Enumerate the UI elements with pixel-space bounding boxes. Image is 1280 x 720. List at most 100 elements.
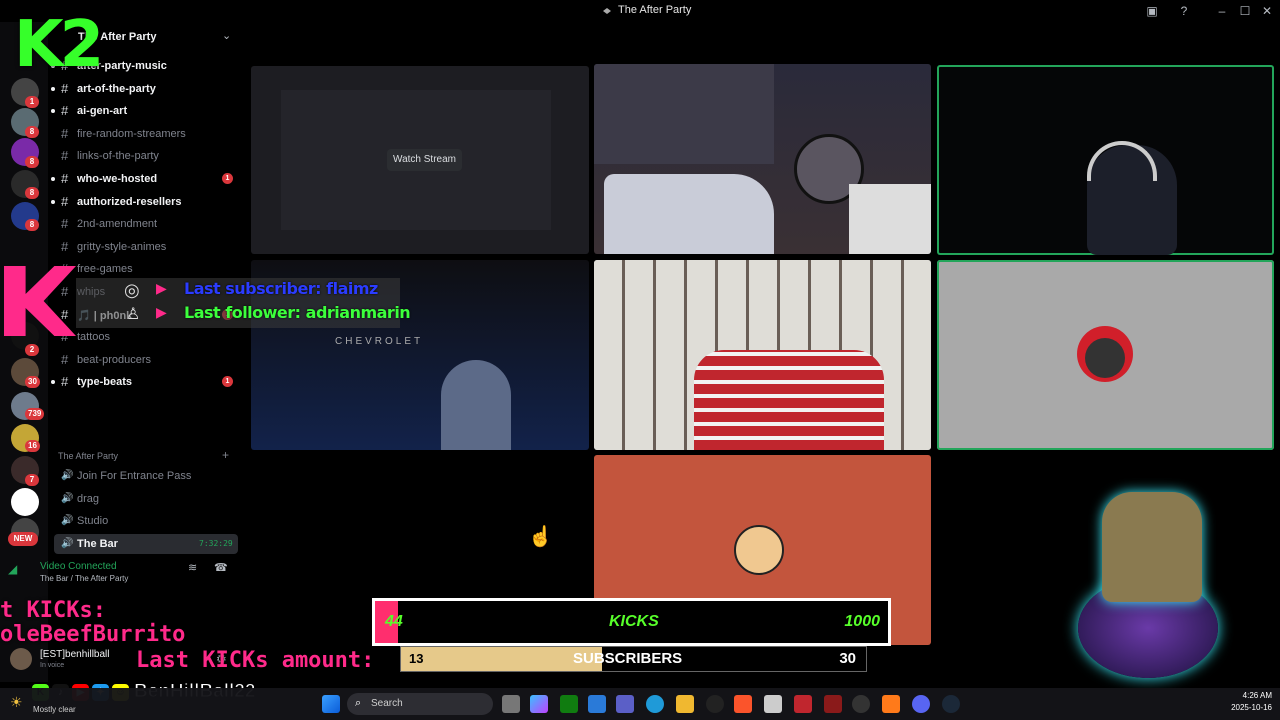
github-icon[interactable] xyxy=(706,695,724,713)
watch-stream-button[interactable]: Watch Stream xyxy=(387,149,462,171)
help-icon[interactable]: ? xyxy=(1176,3,1192,19)
close-icon[interactable]: ✕ xyxy=(1259,3,1275,19)
channel-item[interactable]: # fire-random-streamers xyxy=(54,124,238,144)
server-badge: 30 xyxy=(25,376,40,388)
voice-channel-item[interactable]: 🔊 drag xyxy=(54,489,238,509)
window-title: The After Party xyxy=(618,4,692,16)
k2-overlay-logo: K2 xyxy=(14,8,104,82)
server-icon[interactable] xyxy=(11,488,39,516)
channel-item[interactable]: #2nd-amendment xyxy=(54,214,238,234)
file-explorer-icon[interactable] xyxy=(676,695,694,713)
kicks-ticker-line3: Last KICKs amount: xyxy=(136,648,375,673)
server-badge: 2 xyxy=(25,344,39,356)
add-user-icon: ♙ xyxy=(126,306,141,323)
app-icon[interactable] xyxy=(882,695,900,713)
brave-icon[interactable] xyxy=(734,695,752,713)
noise-suppression-icon[interactable]: ≋ xyxy=(188,561,197,574)
title-bar: The After Party ▣ ? – ☐ ✕ xyxy=(0,0,1280,22)
app-icon[interactable] xyxy=(824,695,842,713)
video-tile-chair[interactable] xyxy=(594,260,931,450)
maximize-icon[interactable]: ☐ xyxy=(1237,3,1253,19)
subs-goal-label: SUBSCRIBERS xyxy=(573,650,683,667)
teams-icon[interactable] xyxy=(616,695,634,713)
channel-label: gritty-style-animes xyxy=(77,240,167,253)
channel-label: links-of-the-party xyxy=(77,150,159,163)
kicks-ticker-line2: oleBeefBurrito xyxy=(0,622,186,647)
channel-label: who-we-hosted xyxy=(77,173,158,185)
subs-goal-bar: 13 SUBSCRIBERS 30 xyxy=(400,646,867,672)
taskbar-date[interactable]: 2025-10-16 xyxy=(1222,703,1272,712)
hash-icon: # xyxy=(61,148,69,164)
channel-label: art-of-the-party xyxy=(77,82,156,95)
subs-goal-target: 30 xyxy=(839,650,856,667)
plaid-chair xyxy=(694,350,884,450)
channel-label: 2nd-amendment xyxy=(77,218,158,231)
channel-item[interactable]: # ai-gen-art xyxy=(51,101,238,121)
disconnect-icon[interactable]: ☎ xyxy=(214,561,228,574)
app-icon[interactable] xyxy=(794,695,812,713)
new-badge: NEW xyxy=(8,532,38,546)
mention-badge: 1 xyxy=(222,173,233,184)
kicks-ticker-line1: t KICKs: xyxy=(0,598,106,623)
inbox-icon[interactable]: ▣ xyxy=(1144,3,1160,19)
server-rail: 1 8 8 8 8 2 30 739 16 7 NEW xyxy=(0,22,48,682)
taskbar-time[interactable]: 4:26 AM xyxy=(1222,691,1272,700)
voice-location: The Bar / The After Party xyxy=(40,574,129,583)
kicks-goal-bar: 44 KICKS 1000 xyxy=(372,598,891,646)
add-channel-icon[interactable]: + xyxy=(222,448,229,462)
hash-icon: # xyxy=(61,216,69,232)
streamer-figure xyxy=(1102,492,1202,602)
app-icon[interactable] xyxy=(764,695,782,713)
video-tile-headset-user[interactable] xyxy=(937,65,1274,255)
chevron-down-icon: ⌄ xyxy=(222,30,232,42)
channel-item[interactable]: # gritty-style-animes xyxy=(54,237,238,257)
server-badge: 8 xyxy=(25,156,39,168)
hash-icon: # xyxy=(61,193,69,209)
voice-category-label[interactable]: The After Party xyxy=(58,451,118,461)
channel-item[interactable]: # who-we-hosted 1 xyxy=(51,169,238,189)
start-button-icon[interactable] xyxy=(322,695,340,713)
channel-item[interactable]: # beat-producers xyxy=(54,350,238,370)
copilot-icon[interactable] xyxy=(530,695,548,713)
play-arrow-icon: ▶ xyxy=(156,304,167,320)
channel-item[interactable]: # type-beats 1 xyxy=(51,372,238,392)
avatar[interactable] xyxy=(10,648,32,670)
voice-channel-item[interactable]: 🔊 Join For Entrance Pass xyxy=(54,466,238,486)
video-tile-room[interactable] xyxy=(594,64,931,254)
voice-channel-item[interactable]: 🔊 Studio xyxy=(54,511,238,531)
screen-share-tile[interactable]: Watch Stream xyxy=(251,66,589,254)
channel-item[interactable]: # authorized-resellers xyxy=(51,192,238,212)
channel-label: ai-gen-art xyxy=(77,105,128,118)
xbox-icon[interactable] xyxy=(560,695,578,713)
windows-taskbar: ☀ Mostly clear ⌕ Search 4:26 AM 2025-10-… xyxy=(0,688,1280,720)
channel-label: authorized-resellers xyxy=(77,195,182,208)
kicks-goal-label: KICKS xyxy=(609,613,659,630)
unread-indicator xyxy=(51,177,55,181)
video-tile-avatar[interactable] xyxy=(937,260,1274,450)
steam-icon[interactable] xyxy=(942,695,960,713)
voice-channel-item[interactable]: 🔊 The Bar 7:32:29 xyxy=(54,533,238,554)
obs-icon[interactable] xyxy=(852,695,870,713)
minimize-icon[interactable]: – xyxy=(1214,3,1230,19)
speaker-icon: 🔊 xyxy=(61,537,74,549)
cartoon-avatar xyxy=(734,525,784,575)
notepad-icon[interactable] xyxy=(588,695,606,713)
last-follower-text: Last follower: adrianmarin xyxy=(184,303,411,322)
discord-icon[interactable] xyxy=(912,695,930,713)
unread-indicator xyxy=(51,109,55,114)
channel-item[interactable]: # links-of-the-party xyxy=(54,146,238,166)
server-badge: 7 xyxy=(25,474,39,486)
bedspread xyxy=(604,174,774,254)
voice-channel-label: drag xyxy=(77,492,100,505)
cursor-hand-icon: ☝ xyxy=(528,526,553,548)
hash-icon: # xyxy=(61,125,69,141)
channel-label: beat-producers xyxy=(77,353,151,366)
channel-item[interactable]: #free-games xyxy=(54,259,238,279)
edge-icon[interactable] xyxy=(646,695,664,713)
avatar-face xyxy=(1085,338,1125,378)
taskbar-search[interactable]: ⌕ Search xyxy=(347,693,493,715)
hash-icon: # xyxy=(61,351,69,367)
chevrolet-text: CHEVROLET xyxy=(335,336,424,347)
subs-goal-current: 13 xyxy=(409,651,424,666)
task-view-icon[interactable] xyxy=(502,695,520,713)
